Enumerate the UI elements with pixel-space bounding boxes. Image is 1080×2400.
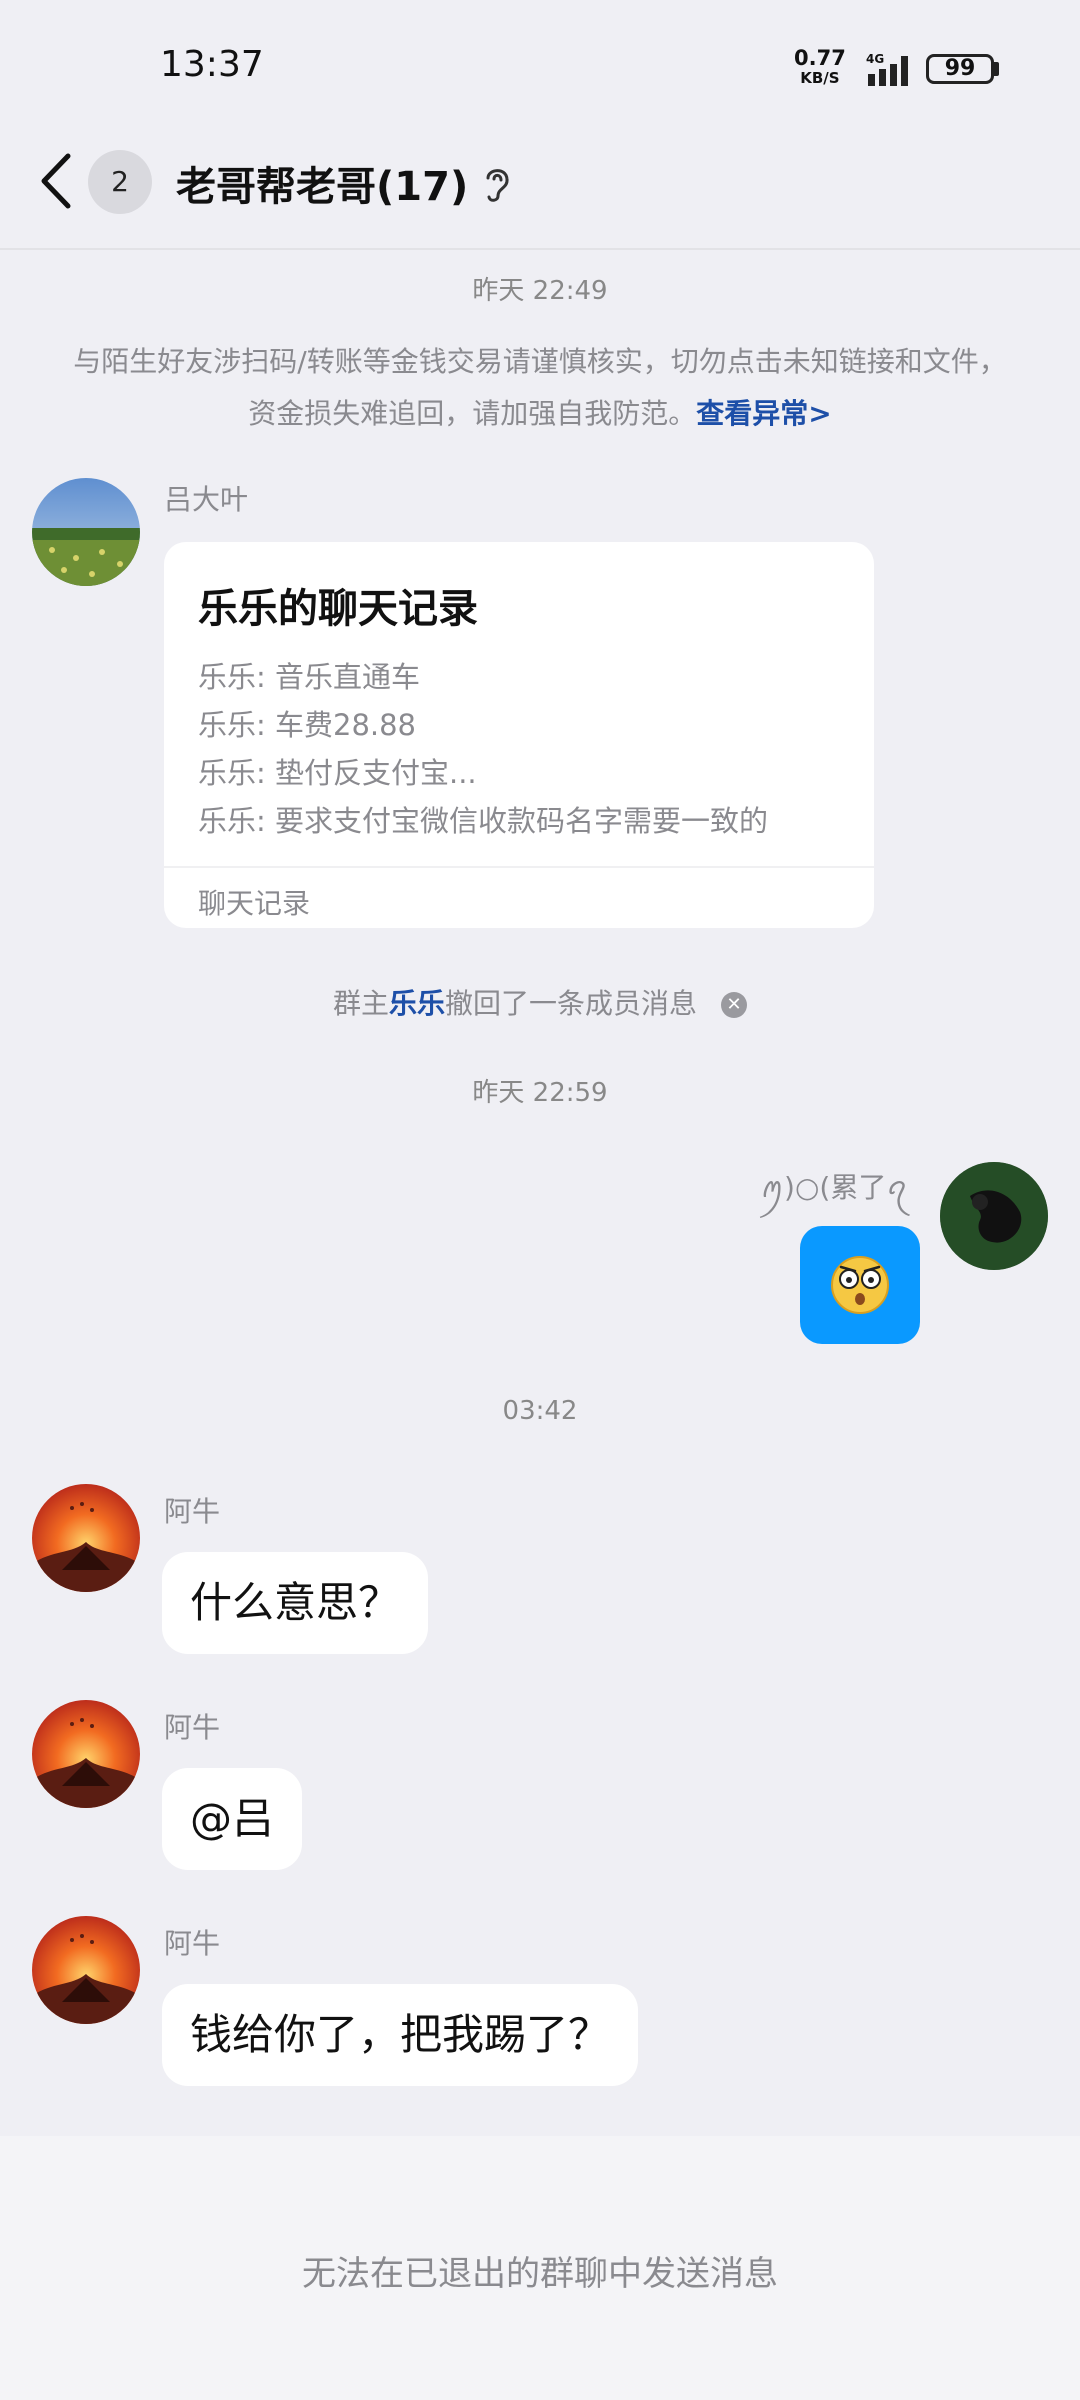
battery-level: 99 xyxy=(944,56,976,81)
net-speed: 0.77 KB/S xyxy=(794,48,846,88)
view-abnormal-link[interactable]: 查看异常> xyxy=(696,397,831,430)
card-footer: 聊天记录 xyxy=(198,887,311,920)
card-line: 乐乐: 要求支付宝微信收款码名字需要一致的 xyxy=(198,804,768,838)
avatar-lv[interactable] xyxy=(32,478,140,586)
avatar-aniu[interactable] xyxy=(32,1700,140,1808)
unread-count-badge[interactable]: 2 xyxy=(88,150,152,214)
message-bubble[interactable]: 什么意思？ xyxy=(162,1552,429,1654)
avatar-aniu[interactable] xyxy=(32,1916,140,2024)
recall-notice: 群主乐乐撤回了一条成员消息 ✕ xyxy=(0,982,1080,1022)
avatar-aniu[interactable] xyxy=(32,1484,140,1592)
avatar-grass-image xyxy=(940,1162,1048,1270)
signal-icon: 4G xyxy=(866,52,908,86)
message-bubble[interactable]: @吕 xyxy=(162,1768,303,1870)
card-line: 乐乐: 音乐直通车 xyxy=(198,660,420,694)
emoji-message-bubble[interactable] xyxy=(800,1226,920,1344)
net-speed-unit: KB/S xyxy=(800,69,840,87)
avatar-sunset-image xyxy=(32,1484,140,1592)
card-divider xyxy=(164,866,874,868)
card-line: 乐乐: 车费28.88 xyxy=(198,708,417,742)
cannot-send-notice: 无法在已退出的群聊中发送消息 xyxy=(302,2254,778,2294)
shocked-face-emoji-icon xyxy=(831,1256,889,1314)
header-divider xyxy=(0,248,1080,250)
close-icon[interactable]: ✕ xyxy=(721,992,748,1018)
sender-name: 阿牛 xyxy=(164,1927,221,1960)
message-bubble[interactable]: 钱给你了，把我踢了？ xyxy=(162,1984,639,2086)
network-type-label: 4G xyxy=(866,52,884,66)
sender-name: 阿牛 xyxy=(164,1495,221,1528)
safety-notice-text: 与陌生好友涉扫码/转账等金钱交易请谨慎核实，切勿点击未知链接和文件，资金损失难追… xyxy=(73,345,1007,430)
timestamp: 03:42 xyxy=(502,1396,578,1426)
avatar-me[interactable] xyxy=(940,1162,1048,1270)
card-title: 乐乐的聊天记录 xyxy=(198,586,478,632)
avatar-field-image xyxy=(32,478,140,586)
recall-suffix: 撤回了一条成员消息 xyxy=(445,987,698,1020)
sender-name: 吕大叶 xyxy=(164,483,249,516)
ear-icon[interactable] xyxy=(480,164,514,204)
avatar-sunset-image xyxy=(32,1700,140,1808)
recall-owner-name[interactable]: 乐乐 xyxy=(389,987,445,1020)
chat-title[interactable]: 老哥帮老哥(17) xyxy=(176,154,468,212)
my-nickname: ꪑ)○(累了ꪖ xyxy=(760,1171,908,1204)
avatar-sunset-image xyxy=(32,1916,140,2024)
timestamp: 昨天 22:49 xyxy=(472,276,608,306)
net-speed-value: 0.77 xyxy=(794,46,846,70)
safety-notice: 与陌生好友涉扫码/转账等金钱交易请谨慎核实，切勿点击未知链接和文件，资金损失难追… xyxy=(60,336,1020,440)
status-time: 13:37 xyxy=(160,44,264,85)
timestamp: 昨天 22:59 xyxy=(472,1078,608,1108)
battery-icon: 99 xyxy=(926,54,994,84)
battery-tip xyxy=(994,62,999,76)
sender-name: 阿牛 xyxy=(164,1711,221,1744)
card-line: 乐乐: 垫付反支付宝... xyxy=(198,756,477,790)
recall-prefix: 群主 xyxy=(332,987,389,1020)
forwarded-chat-card[interactable]: 乐乐的聊天记录 乐乐: 音乐直通车 乐乐: 车费28.88 乐乐: 垫付反支付宝… xyxy=(164,542,874,928)
chevron-left-icon[interactable] xyxy=(36,150,76,212)
